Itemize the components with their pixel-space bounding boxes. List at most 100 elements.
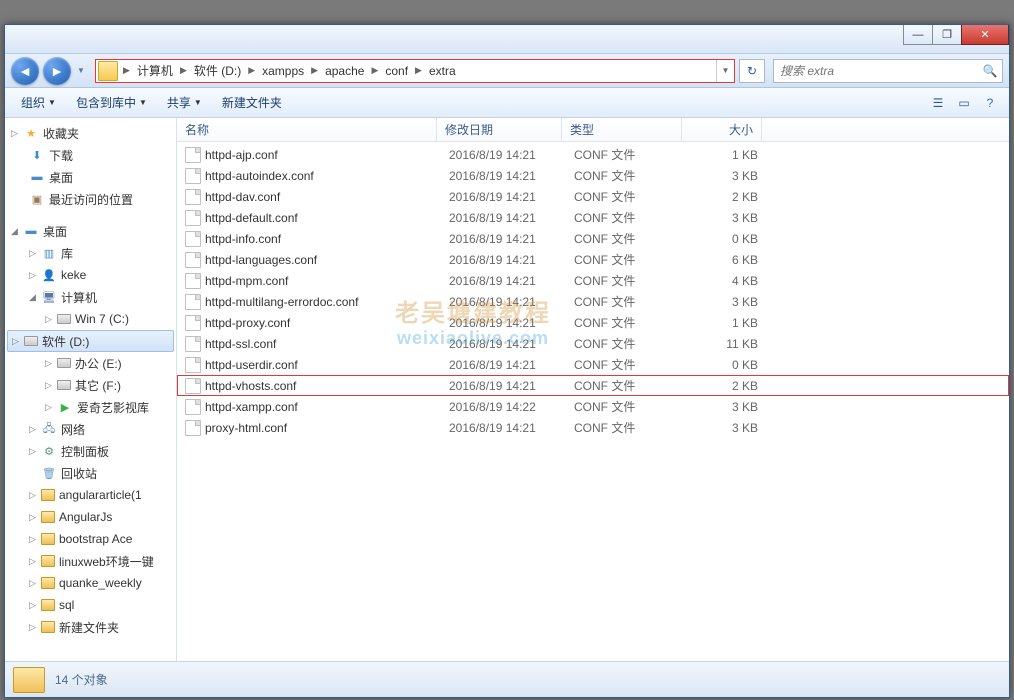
sidebar-folder-bootstrap[interactable]: ▷bootstrap Ace <box>5 528 176 550</box>
file-type: CONF 文件 <box>566 398 686 415</box>
breadcrumb-dropdown-icon[interactable]: ▼ <box>716 60 734 82</box>
sidebar-recent[interactable]: ▣最近访问的位置 <box>5 188 176 210</box>
sidebar-drive-e[interactable]: ▷办公 (E:) <box>5 352 176 374</box>
column-size[interactable]: 大小 <box>682 118 762 141</box>
file-icon <box>185 210 201 226</box>
file-icon <box>185 378 201 394</box>
new-folder-button[interactable]: 新建文件夹 <box>214 91 290 114</box>
file-date: 2016/8/19 14:21 <box>441 148 566 162</box>
sidebar-downloads[interactable]: ⬇下载 <box>5 144 176 166</box>
sidebar-folder-sql[interactable]: ▷sql <box>5 594 176 616</box>
file-row[interactable]: httpd-ssl.conf2016/8/19 14:21CONF 文件11 K… <box>177 333 1009 354</box>
minimize-button[interactable]: — <box>903 25 933 45</box>
sidebar-computer[interactable]: ◢🖥计算机 <box>5 286 176 308</box>
file-row[interactable]: httpd-dav.conf2016/8/19 14:21CONF 文件2 KB <box>177 186 1009 207</box>
back-button[interactable]: ◄ <box>11 57 39 85</box>
refresh-button[interactable]: ↻ <box>739 59 765 83</box>
downloads-icon: ⬇ <box>29 147 45 163</box>
desktop-icon: ▬ <box>23 223 39 239</box>
sidebar-network[interactable]: ▷🖧网络 <box>5 418 176 440</box>
sidebar-folder-angularjs[interactable]: ▷AngularJs <box>5 506 176 528</box>
preview-pane-icon[interactable]: ▭ <box>953 92 975 114</box>
file-name: httpd-autoindex.conf <box>205 169 441 183</box>
file-row[interactable]: httpd-default.conf2016/8/19 14:21CONF 文件… <box>177 207 1009 228</box>
sidebar-desktop[interactable]: ▬桌面 <box>5 166 176 188</box>
sidebar-folder-linuxweb[interactable]: ▷linuxweb环境一键 <box>5 550 176 572</box>
share-button[interactable]: 共享 ▼ <box>159 91 210 114</box>
chevron-right-icon: ▶ <box>177 65 190 76</box>
breadcrumb-seg-conf[interactable]: conf <box>381 60 412 82</box>
file-date: 2016/8/19 14:21 <box>441 316 566 330</box>
sidebar: ▷★收藏夹 ⬇下载 ▬桌面 ▣最近访问的位置 ◢▬桌面 ▷▥库 ▷👤keke ◢… <box>5 118 177 661</box>
help-icon[interactable]: ? <box>979 92 1001 114</box>
sidebar-recycle-bin[interactable]: 🗑回收站 <box>5 462 176 484</box>
file-name: httpd-proxy.conf <box>205 316 441 330</box>
sidebar-keke[interactable]: ▷👤keke <box>5 264 176 286</box>
history-dropdown-icon[interactable]: ▼ <box>75 62 87 80</box>
file-name: httpd-userdir.conf <box>205 358 441 372</box>
file-row[interactable]: httpd-multilang-errordoc.conf2016/8/19 1… <box>177 291 1009 312</box>
file-size: 2 KB <box>686 379 766 393</box>
organize-button[interactable]: 组织 ▼ <box>13 91 64 114</box>
file-size: 3 KB <box>686 169 766 183</box>
forward-button[interactable]: ► <box>43 57 71 85</box>
maximize-button[interactable]: ❐ <box>932 25 962 45</box>
view-options-icon[interactable]: ☰ <box>927 92 949 114</box>
sidebar-folder-quanke[interactable]: ▷quanke_weekly <box>5 572 176 594</box>
search-icon[interactable]: 🔍 <box>978 64 1002 78</box>
sidebar-drive-f[interactable]: ▷其它 (F:) <box>5 374 176 396</box>
column-name[interactable]: 名称 <box>177 118 437 141</box>
breadcrumb[interactable]: ▶ 计算机 ▶ 软件 (D:) ▶ xampps ▶ apache ▶ conf… <box>95 59 735 83</box>
file-row[interactable]: httpd-info.conf2016/8/19 14:21CONF 文件0 K… <box>177 228 1009 249</box>
file-type: CONF 文件 <box>566 188 686 205</box>
file-date: 2016/8/19 14:21 <box>441 274 566 288</box>
file-row[interactable]: proxy-html.conf2016/8/19 14:21CONF 文件3 K… <box>177 417 1009 438</box>
sidebar-favorites[interactable]: ▷★收藏夹 <box>5 122 176 144</box>
file-row[interactable]: httpd-vhosts.conf2016/8/19 14:21CONF 文件2… <box>177 375 1009 396</box>
file-date: 2016/8/19 14:22 <box>441 400 566 414</box>
file-row[interactable]: httpd-userdir.conf2016/8/19 14:21CONF 文件… <box>177 354 1009 375</box>
file-size: 1 KB <box>686 148 766 162</box>
status-count: 14 个对象 <box>55 671 108 688</box>
control-panel-icon: ⚙ <box>41 443 57 459</box>
file-row[interactable]: httpd-languages.conf2016/8/19 14:21CONF … <box>177 249 1009 270</box>
column-type[interactable]: 类型 <box>562 118 682 141</box>
breadcrumb-seg-extra[interactable]: extra <box>425 60 460 82</box>
file-row[interactable]: httpd-mpm.conf2016/8/19 14:21CONF 文件4 KB <box>177 270 1009 291</box>
library-icon: ▥ <box>41 245 57 261</box>
file-row[interactable]: httpd-ajp.conf2016/8/19 14:21CONF 文件1 KB <box>177 144 1009 165</box>
breadcrumb-seg-apache[interactable]: apache <box>321 60 368 82</box>
folder-icon <box>41 511 55 523</box>
breadcrumb-seg-computer[interactable]: 计算机 <box>133 60 177 82</box>
sidebar-drive-d[interactable]: ▷软件 (D:) <box>7 330 174 352</box>
breadcrumb-seg-drive[interactable]: 软件 (D:) <box>190 60 245 82</box>
chevron-right-icon: ▶ <box>245 65 258 76</box>
file-icon <box>185 231 201 247</box>
sidebar-libraries[interactable]: ▷▥库 <box>5 242 176 264</box>
file-name: httpd-languages.conf <box>205 253 441 267</box>
sidebar-iqiyi[interactable]: ▷▶爱奇艺影视库 <box>5 396 176 418</box>
file-date: 2016/8/19 14:21 <box>441 421 566 435</box>
drive-icon <box>24 336 38 346</box>
close-button[interactable]: ✕ <box>961 25 1009 45</box>
folder-icon <box>41 533 55 545</box>
sidebar-desktop-root[interactable]: ◢▬桌面 <box>5 220 176 242</box>
main-pane: 名称 修改日期 类型 大小 httpd-ajp.conf2016/8/19 14… <box>177 118 1009 661</box>
include-in-library-button[interactable]: 包含到库中 ▼ <box>68 91 155 114</box>
sidebar-drive-c[interactable]: ▷Win 7 (C:) <box>5 308 176 330</box>
column-date[interactable]: 修改日期 <box>437 118 562 141</box>
file-name: httpd-ajp.conf <box>205 148 441 162</box>
search-input[interactable] <box>774 64 978 78</box>
file-icon <box>185 147 201 163</box>
recycle-icon: 🗑 <box>41 465 57 481</box>
sidebar-control-panel[interactable]: ▷⚙控制面板 <box>5 440 176 462</box>
chevron-right-icon: ▶ <box>308 65 321 76</box>
file-row[interactable]: httpd-xampp.conf2016/8/19 14:22CONF 文件3 … <box>177 396 1009 417</box>
sidebar-folder-angulararticle[interactable]: ▷angulararticle(1 <box>5 484 176 506</box>
file-row[interactable]: httpd-proxy.conf2016/8/19 14:21CONF 文件1 … <box>177 312 1009 333</box>
file-size: 4 KB <box>686 274 766 288</box>
navbar: ◄ ► ▼ ▶ 计算机 ▶ 软件 (D:) ▶ xampps ▶ apache … <box>5 53 1009 88</box>
breadcrumb-seg-xampps[interactable]: xampps <box>258 60 308 82</box>
file-row[interactable]: httpd-autoindex.conf2016/8/19 14:21CONF … <box>177 165 1009 186</box>
sidebar-folder-new[interactable]: ▷新建文件夹 <box>5 616 176 638</box>
